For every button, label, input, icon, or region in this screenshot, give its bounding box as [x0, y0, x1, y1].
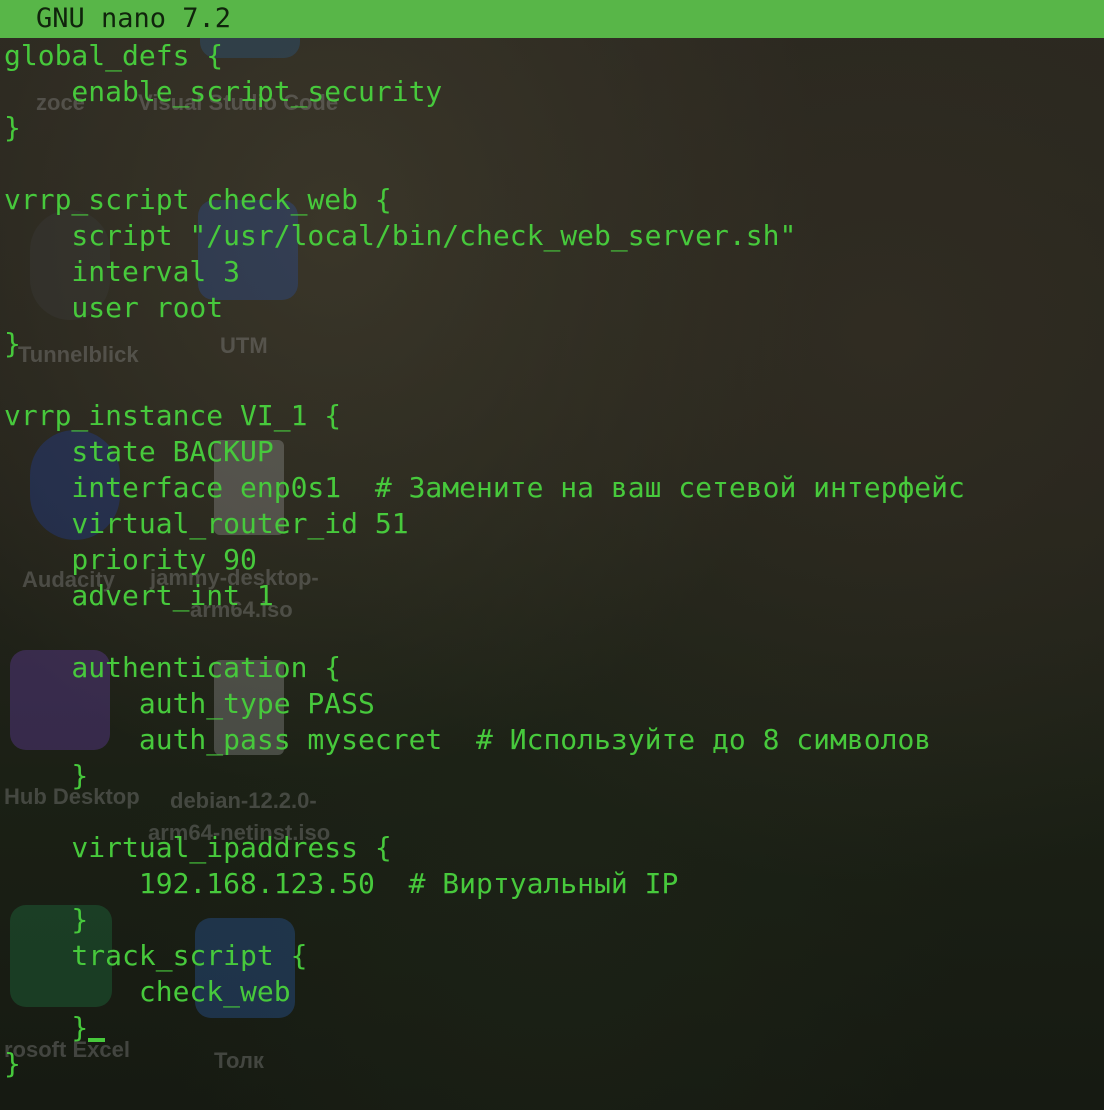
editor-line[interactable]: priority 90 — [4, 542, 1100, 578]
editor-line[interactable]: script "/usr/local/bin/check_web_server.… — [4, 218, 1100, 254]
editor-line-text: } — [4, 1011, 89, 1044]
editor-line[interactable]: virtual_router_id 51 — [4, 506, 1100, 542]
editor-line[interactable]: check_web — [4, 974, 1100, 1010]
editor-line-current[interactable]: } — [4, 1010, 1100, 1046]
editor-line[interactable] — [4, 794, 1100, 830]
editor-line[interactable]: 192.168.123.50 # Виртуальный IP — [4, 866, 1100, 902]
editor-line[interactable] — [4, 146, 1100, 182]
editor-line[interactable]: vrrp_script check_web { — [4, 182, 1100, 218]
editor-line[interactable]: } — [4, 758, 1100, 794]
nano-title-bar: GNU nano 7.2 — [0, 0, 1104, 38]
editor-line[interactable]: user root — [4, 290, 1100, 326]
editor-line[interactable]: state BACKUP — [4, 434, 1100, 470]
editor-line[interactable]: interface enp0s1 # Замените на ваш сетев… — [4, 470, 1100, 506]
editor-line[interactable]: global_defs { — [4, 38, 1100, 74]
editor-line[interactable]: enable_script_security — [4, 74, 1100, 110]
editor-line[interactable]: } — [4, 110, 1100, 146]
editor-line[interactable]: auth_pass mysecret # Используйте до 8 си… — [4, 722, 1100, 758]
editor-line[interactable]: } — [4, 902, 1100, 938]
editor-line[interactable] — [4, 362, 1100, 398]
app-title: GNU nano 7.2 — [36, 3, 232, 34]
editor-line[interactable]: interval 3 — [4, 254, 1100, 290]
editor-line[interactable]: vrrp_instance VI_1 { — [4, 398, 1100, 434]
text-cursor — [88, 1038, 106, 1042]
editor-line[interactable]: advert_int 1 — [4, 578, 1100, 614]
editor-line[interactable]: virtual_ipaddress { — [4, 830, 1100, 866]
editor-line[interactable]: track_script { — [4, 938, 1100, 974]
editor-line[interactable]: } — [4, 326, 1100, 362]
editor-line[interactable] — [4, 614, 1100, 650]
editor-line[interactable]: authentication { — [4, 650, 1100, 686]
editor-text-area[interactable]: global_defs { enable_script_security } v… — [4, 38, 1100, 1082]
editor-line[interactable]: } — [4, 1046, 1100, 1082]
editor-line[interactable]: auth_type PASS — [4, 686, 1100, 722]
